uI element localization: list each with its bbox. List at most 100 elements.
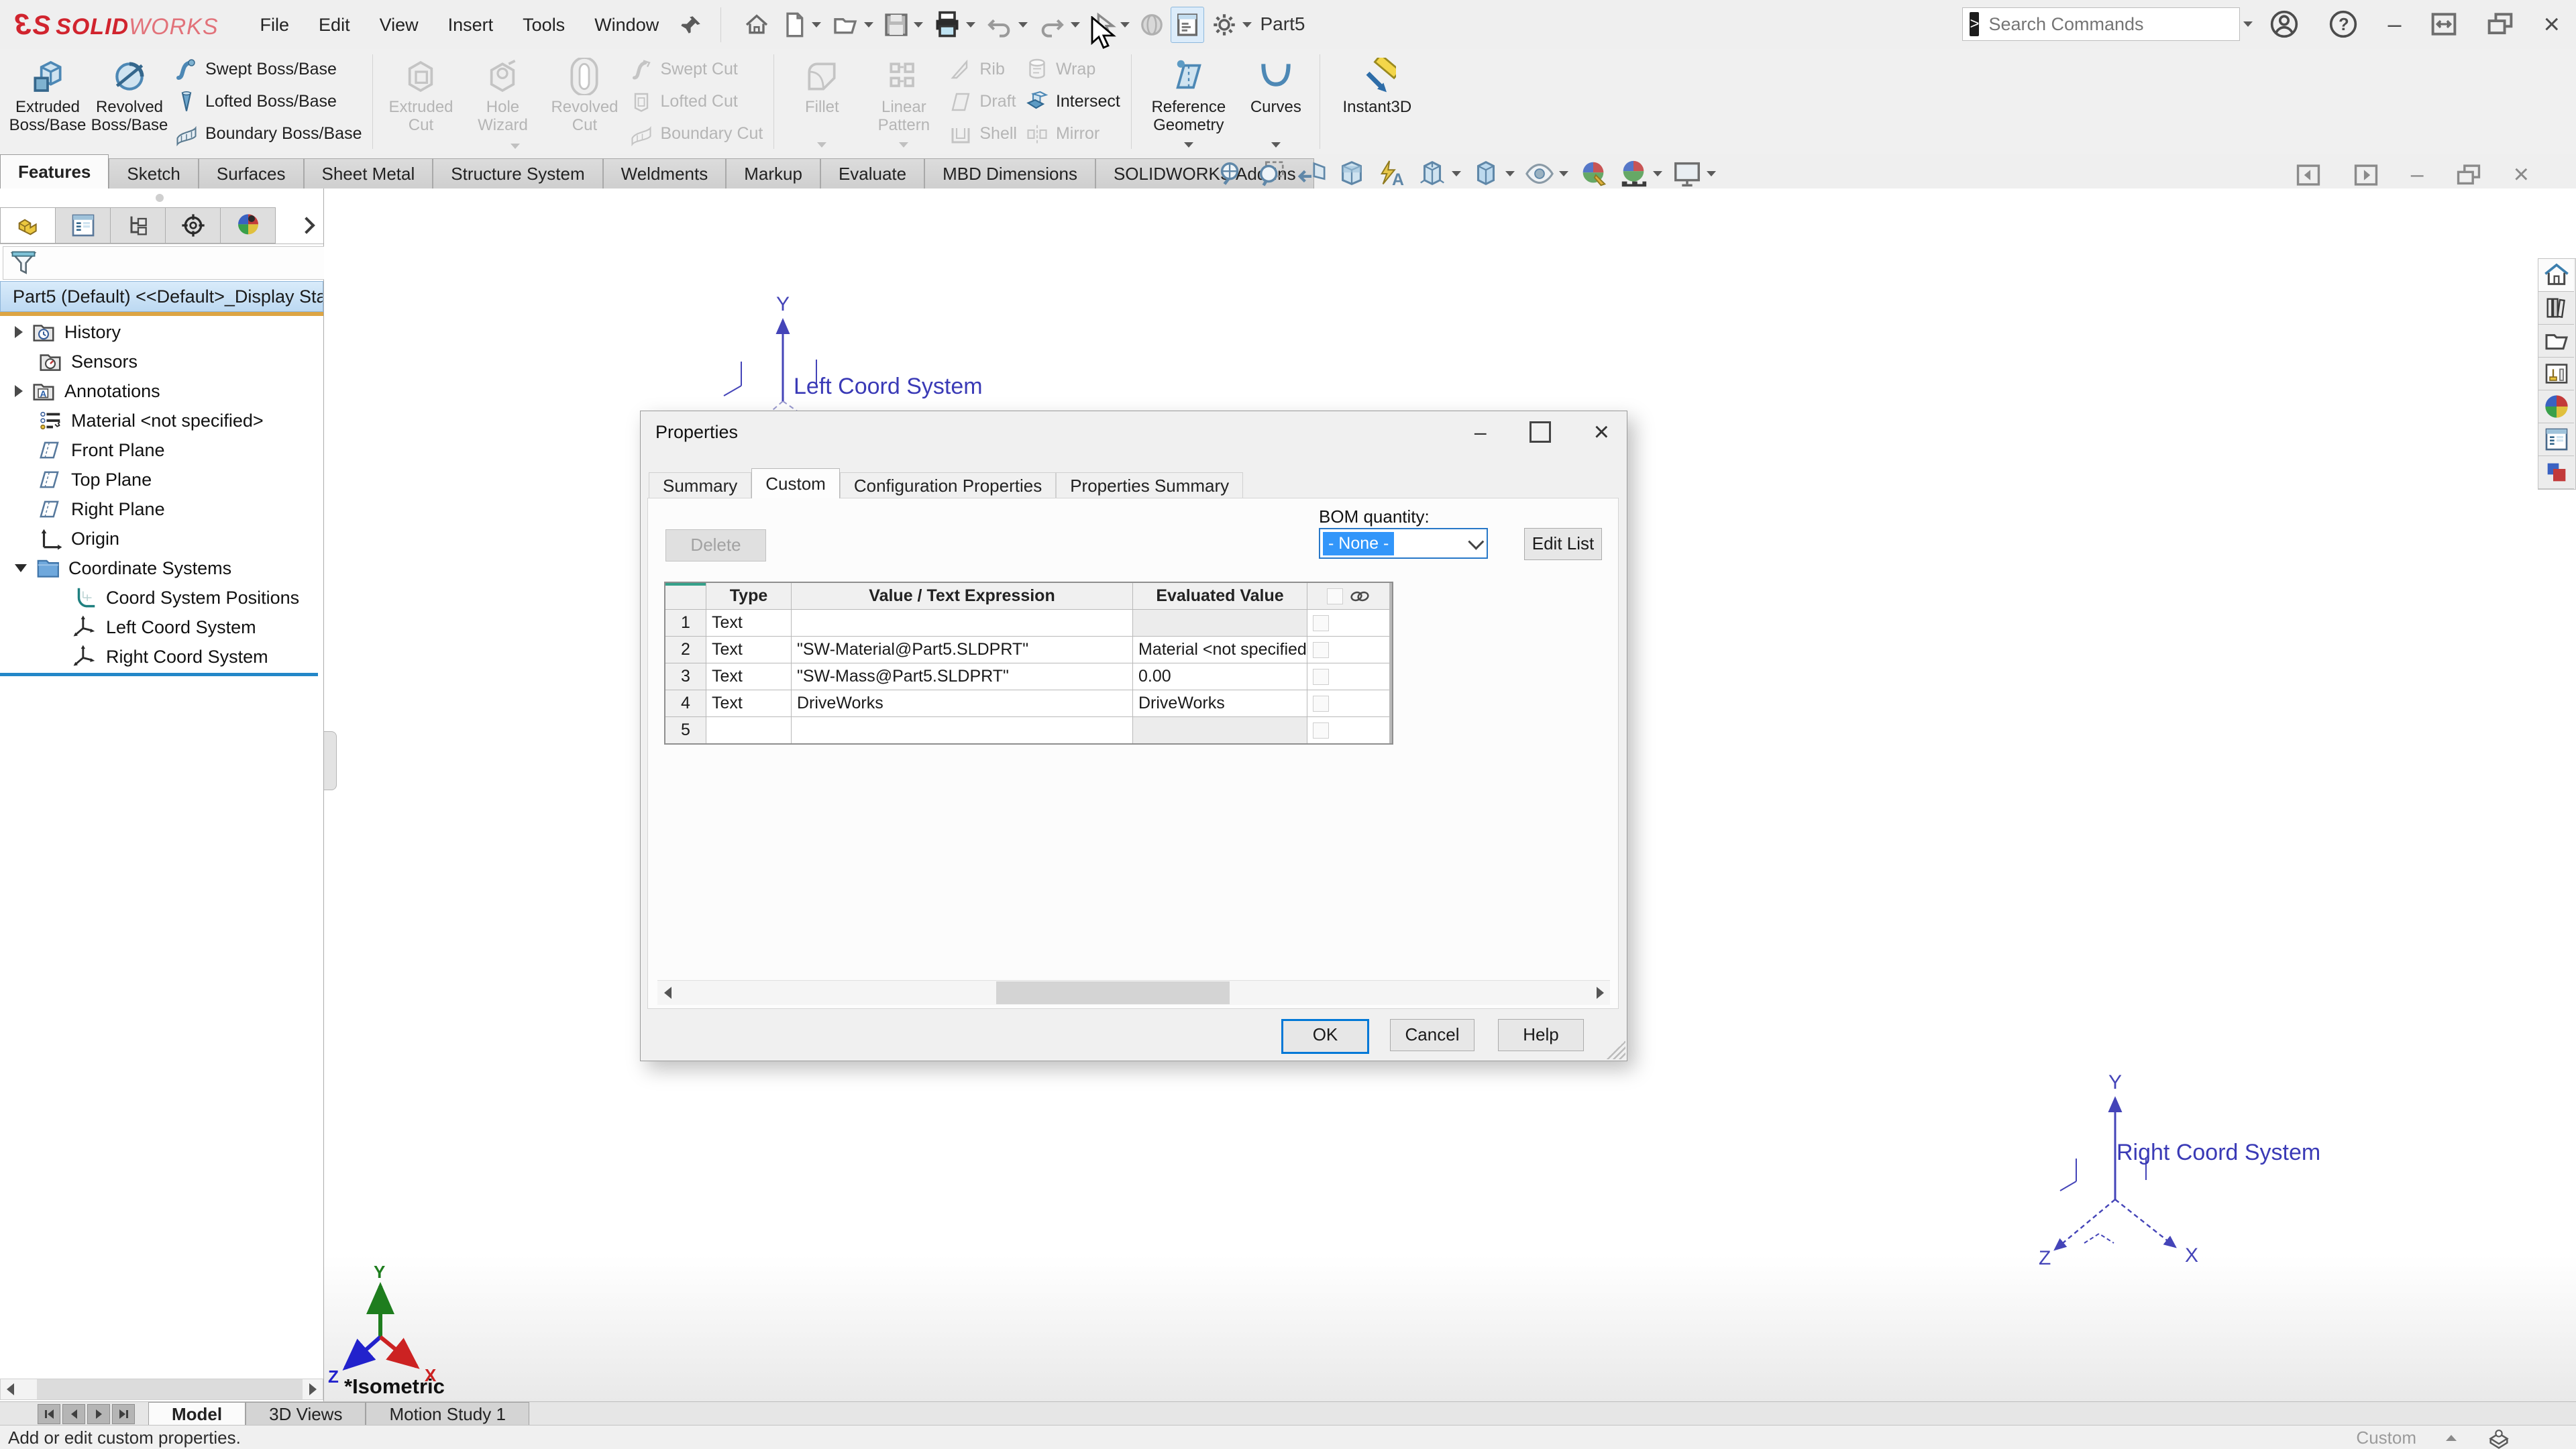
cell-type[interactable]: Text [706, 663, 791, 690]
tab-sheet-metal[interactable]: Sheet Metal [304, 158, 433, 189]
status-tool-icon[interactable] [2486, 1426, 2512, 1449]
minimize-window-icon[interactable]: – [2387, 10, 2401, 38]
link-checkbox[interactable] [1313, 722, 1329, 739]
scroll-right-icon[interactable] [303, 1383, 323, 1395]
column-header-value[interactable]: Value / Text Expression [792, 583, 1132, 609]
view-palette-icon[interactable] [2538, 358, 2574, 390]
dialog-horizontal-scrollbar[interactable] [657, 980, 1610, 1005]
next-document-icon[interactable] [2353, 164, 2379, 186]
apply-scene-caret[interactable] [1653, 171, 1662, 176]
featuremanager-tree-tab[interactable] [0, 207, 56, 244]
previous-view-button[interactable] [1295, 157, 1328, 191]
new-document-button[interactable] [777, 7, 824, 43]
menu-insert[interactable]: Insert [433, 1, 508, 49]
expand-arrow-icon[interactable] [15, 385, 23, 397]
row-number[interactable]: 1 [665, 610, 706, 636]
tree-item-history[interactable]: History [0, 317, 323, 347]
curves-button[interactable]: Curves [1239, 52, 1313, 152]
previous-document-icon[interactable] [2296, 164, 2321, 186]
cell-type[interactable]: Text [706, 610, 791, 636]
menu-file[interactable]: File [246, 1, 305, 49]
display-style-caret[interactable] [1505, 171, 1515, 176]
configuration-manager-tab[interactable] [111, 207, 166, 244]
edit-list-button[interactable]: Edit List [1524, 528, 1602, 560]
open-button[interactable] [827, 7, 877, 43]
header-checkbox[interactable] [1327, 588, 1343, 604]
dialog-tab-custom[interactable]: Custom [751, 468, 840, 498]
tab-mbd-dimensions[interactable]: MBD Dimensions [924, 158, 1095, 189]
property-manager-tab[interactable] [56, 207, 111, 244]
status-mode-label[interactable]: Custom [2356, 1428, 2416, 1448]
linear-pattern-button[interactable]: Linear Pattern [863, 52, 945, 152]
zoom-fit-button[interactable] [1214, 157, 1248, 191]
appearances-icon[interactable] [2538, 390, 2574, 423]
column-header-evaluated[interactable]: Evaluated Value [1133, 583, 1307, 609]
row-number[interactable]: 2 [665, 637, 706, 663]
restore-window-icon[interactable] [2487, 12, 2514, 36]
section-view-button[interactable] [1335, 157, 1368, 191]
hide-show-items-button[interactable] [1523, 157, 1570, 191]
tree-item-origin[interactable]: Origin [0, 524, 323, 553]
instant3d-button[interactable]: Instant3D [1327, 52, 1428, 152]
tab-features[interactable]: Features [0, 154, 109, 189]
scrollbar-thumb[interactable] [996, 981, 1230, 1004]
tree-item-right-coord-system[interactable]: Right Coord System [0, 642, 323, 672]
tab-3d-views[interactable]: 3D Views [246, 1402, 366, 1426]
user-account-icon[interactable] [2269, 9, 2299, 39]
tree-item-material[interactable]: Material <not specified> [0, 406, 323, 435]
delete-button[interactable]: Delete [665, 529, 766, 561]
last-tab-button[interactable] [112, 1404, 135, 1424]
close-document-icon[interactable]: × [2514, 160, 2529, 190]
save-button[interactable] [879, 7, 926, 43]
scroll-left-icon[interactable] [1, 1383, 21, 1395]
panel-collapse-handle[interactable] [156, 194, 164, 202]
dialog-close-icon[interactable]: × [1594, 417, 1609, 447]
display-manager-tab[interactable] [221, 207, 276, 244]
rib-button[interactable]: Rib [949, 55, 1017, 85]
resize-grip[interactable] [1607, 1040, 1625, 1059]
tree-item-coord-system-positions[interactable]: Coord System Positions [0, 583, 323, 612]
intersect-button[interactable]: Intersect [1025, 87, 1120, 117]
link-checkbox[interactable] [1313, 696, 1329, 712]
sphere-icon[interactable] [1136, 7, 1168, 42]
home-tab-icon[interactable] [2538, 259, 2574, 292]
search-input[interactable] [1987, 13, 2227, 36]
tree-item-sensors[interactable]: Sensors [0, 347, 323, 376]
tab-evaluate[interactable]: Evaluate [820, 158, 924, 189]
redo-button[interactable] [1034, 7, 1083, 43]
tree-item-right-plane[interactable]: Right Plane [0, 494, 323, 524]
next-tab-button[interactable] [87, 1404, 110, 1424]
cell-value[interactable]: "SW-Material@Part5.SLDPRT" [792, 637, 1132, 663]
dialog-minimize-icon[interactable]: – [1474, 420, 1487, 445]
zoom-area-button[interactable] [1254, 157, 1288, 191]
tree-item-coordinate-systems[interactable]: Coordinate Systems [0, 553, 323, 583]
fillet-button[interactable]: Fillet [781, 52, 863, 152]
rollback-bar[interactable] [0, 673, 318, 676]
custom-properties-icon[interactable] [2538, 423, 2574, 456]
cell-type[interactable]: Text [706, 690, 791, 716]
panel-horizontal-scrollbar[interactable] [0, 1379, 323, 1400]
dialog-maximize-icon[interactable] [1529, 421, 1551, 443]
pin-menu-icon[interactable] [680, 13, 703, 36]
view-settings-caret[interactable] [1707, 171, 1716, 176]
boundary-cut-button[interactable]: Boundary Cut [629, 119, 763, 149]
tree-item-annotations[interactable]: A Annotations [0, 376, 323, 406]
close-window-icon[interactable]: × [2543, 8, 2560, 40]
dialog-tab-summary[interactable]: Summary [649, 472, 751, 498]
bom-quantity-dropdown[interactable]: - None - [1319, 528, 1488, 559]
column-header-type[interactable]: Type [706, 583, 791, 609]
swept-boss-base-button[interactable]: Swept Boss/Base [174, 55, 362, 85]
minimize-document-icon[interactable]: – [2411, 162, 2424, 188]
curves-caret[interactable] [1271, 142, 1281, 148]
status-up-arrow-icon[interactable] [2446, 1435, 2457, 1441]
edit-appearance-button[interactable] [1576, 157, 1610, 191]
scroll-right-icon[interactable] [1590, 987, 1610, 999]
cell-value[interactable] [792, 717, 1132, 743]
tab-weldments[interactable]: Weldments [603, 158, 727, 189]
tab-markup[interactable]: Markup [726, 158, 820, 189]
options-gear-button[interactable] [1207, 6, 1255, 44]
design-library-icon[interactable] [2538, 292, 2574, 325]
lofted-boss-base-button[interactable]: Lofted Boss/Base [174, 87, 362, 117]
view-orientation-caret[interactable] [1452, 171, 1461, 176]
wrap-button[interactable]: Wrap [1025, 55, 1120, 85]
